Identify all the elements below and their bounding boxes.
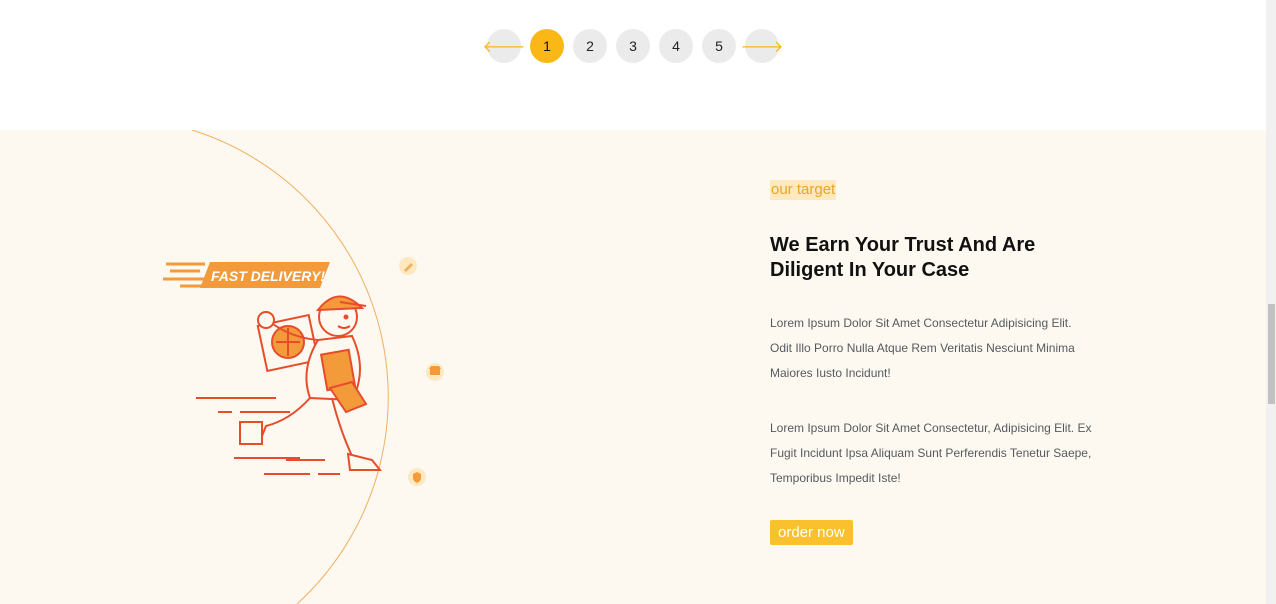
page-button-5[interactable]: 5 <box>702 29 736 63</box>
order-now-button[interactable]: order now <box>770 520 853 545</box>
arrow-right-icon: 🡒 <box>740 38 784 56</box>
section-tag: our target <box>770 180 837 200</box>
paragraph-2: Lorem Ipsum Dolor Sit Amet Consectetur, … <box>770 421 1092 485</box>
pagination: 🡐 1 2 3 4 5 🡒 <box>483 29 783 63</box>
prev-page-button[interactable]: 🡐 <box>483 29 525 63</box>
arrow-left-icon: 🡐 <box>482 38 526 56</box>
target-section: FAST DELIVERY! our target We Earn Your T… <box>0 130 1266 604</box>
fast-delivery-banner: FAST DELIVERY! <box>163 262 330 288</box>
page-button-1[interactable]: 1 <box>530 29 564 63</box>
delivery-illustration: FAST DELIVERY! <box>163 130 444 604</box>
page-scrollbar[interactable] <box>1266 0 1276 604</box>
page-button-4[interactable]: 4 <box>659 29 693 63</box>
page-button-2[interactable]: 2 <box>573 29 607 63</box>
section-heading: We Earn Your Trust And Are Diligent In Y… <box>770 234 1036 281</box>
paragraph-1: Lorem Ipsum Dolor Sit Amet Consectetur A… <box>770 316 1075 380</box>
shop-icon <box>426 363 444 381</box>
page-button-3[interactable]: 3 <box>616 29 650 63</box>
delivery-person <box>196 295 383 475</box>
page: 🡐 1 2 3 4 5 🡒 FAST DELIVERY! our target … <box>0 0 1266 604</box>
svg-text:FAST DELIVERY!: FAST DELIVERY! <box>211 268 325 284</box>
next-page-button[interactable]: 🡒 <box>741 29 783 63</box>
shield-icon <box>408 468 426 486</box>
pencil-icon <box>399 257 417 275</box>
scrollbar-thumb[interactable] <box>1268 304 1275 404</box>
